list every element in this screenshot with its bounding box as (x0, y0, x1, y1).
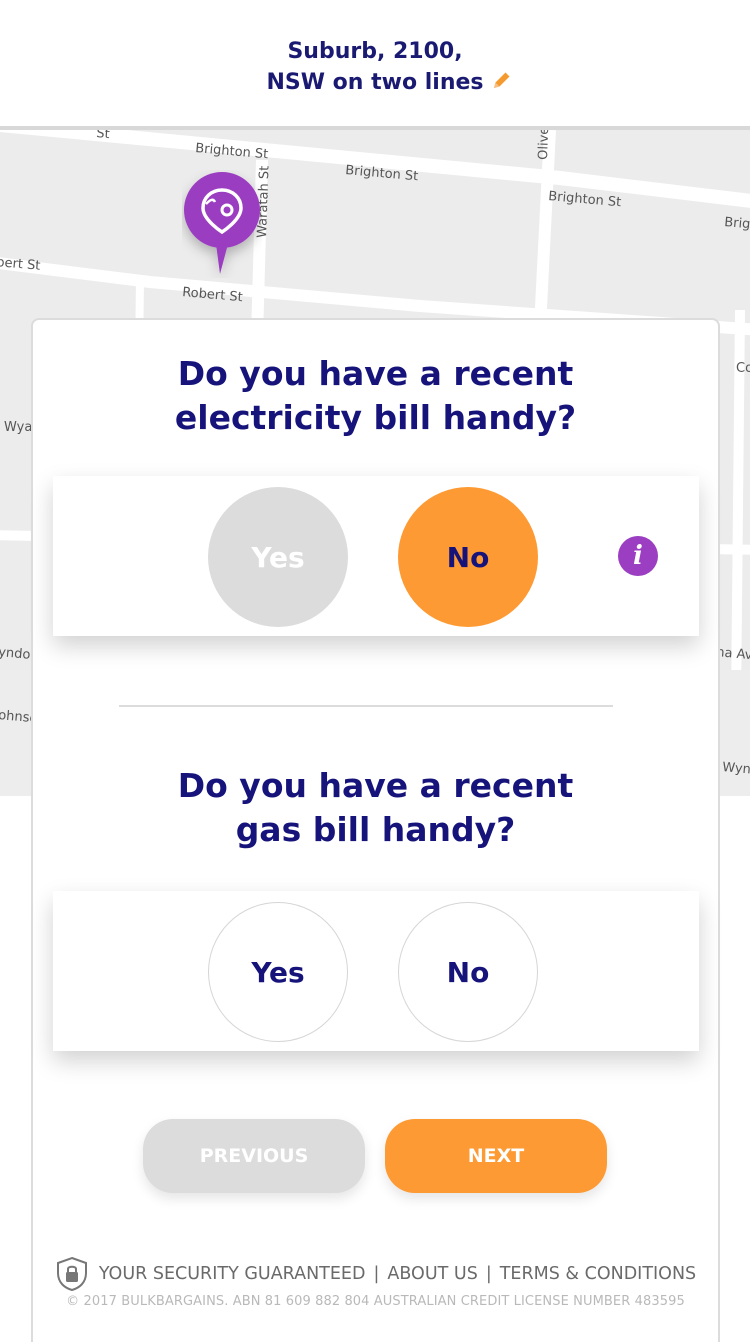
terms-link[interactable]: TERMS & CONDITIONS (500, 1264, 696, 1284)
gas-question: Do you have a recent gas bill handy? (177, 766, 574, 849)
gas-yes-button[interactable]: Yes (208, 902, 348, 1042)
address-line-2: NSW on two lines (266, 70, 484, 95)
electricity-yes-button[interactable]: Yes (208, 487, 348, 627)
page: Suburb, 2100, NSW on two lines Brighton … (0, 0, 750, 1342)
street-label: Wyn (722, 760, 750, 777)
divider (119, 705, 613, 707)
separator: | (373, 1264, 380, 1284)
footer-links: YOUR SECURITY GUARANTEED | ABOUT US | TE… (33, 1256, 718, 1292)
next-button[interactable]: NEXT (385, 1119, 607, 1193)
address-display[interactable]: Suburb, 2100, NSW on two lines (0, 36, 750, 98)
pencil-icon[interactable] (491, 69, 513, 91)
street-label: St (96, 130, 111, 142)
address-line-1: Suburb, 2100, (287, 39, 463, 64)
question-card: Do you have a recent electricity bill ha… (31, 318, 720, 1342)
shield-lock-icon (56, 1256, 87, 1292)
street-label: Olive (536, 130, 552, 160)
gas-no-button[interactable]: No (398, 902, 538, 1042)
separator: | (485, 1264, 492, 1284)
copyright-text: © 2017 BULKBARGAINS. ABN 81 609 882 804 … (66, 1294, 685, 1309)
electricity-answer-box: Yes No i (53, 476, 699, 636)
header: Suburb, 2100, NSW on two lines (0, 0, 750, 126)
street-label: yndo (0, 645, 31, 663)
street-label: Co (736, 361, 750, 376)
security-link[interactable]: YOUR SECURITY GUARANTEED (99, 1264, 366, 1284)
street-label: Wya (4, 420, 32, 435)
about-link[interactable]: ABOUT US (387, 1264, 477, 1284)
previous-button[interactable]: PREVIOUS (143, 1119, 365, 1193)
electricity-question: Do you have a recent electricity bill ha… (174, 354, 577, 437)
electricity-no-button[interactable]: No (398, 487, 538, 627)
location-pin-icon[interactable] (182, 170, 262, 278)
gas-answer-box: Yes No (53, 891, 699, 1051)
info-icon[interactable]: i (618, 536, 658, 576)
street-label: Brig (724, 215, 750, 232)
